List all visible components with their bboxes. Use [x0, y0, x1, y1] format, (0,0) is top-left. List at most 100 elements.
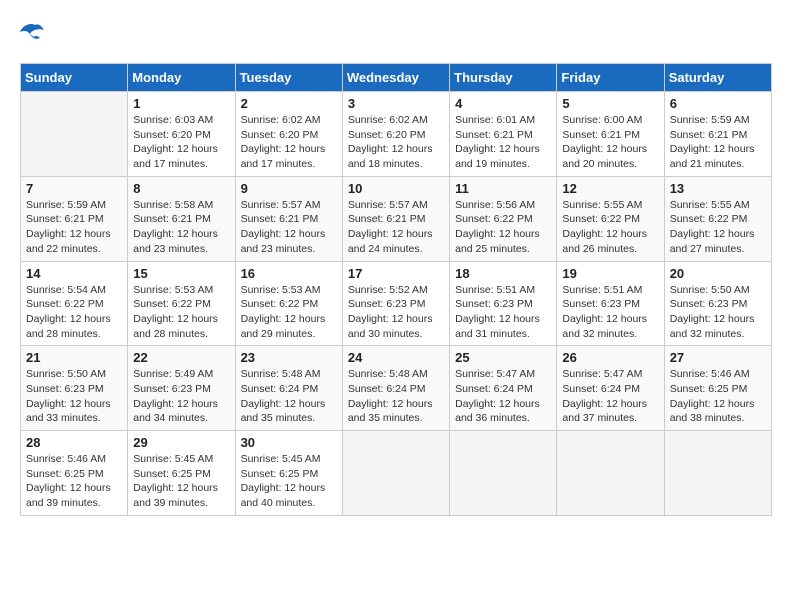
calendar-week-row: 7 Sunrise: 5:59 AM Sunset: 6:21 PM Daylig…	[21, 176, 772, 261]
day-info: Sunrise: 6:02 AM Sunset: 6:20 PM Dayligh…	[348, 113, 444, 172]
day-number: 15	[133, 266, 229, 281]
day-number: 17	[348, 266, 444, 281]
day-info: Sunrise: 5:51 AM Sunset: 6:23 PM Dayligh…	[562, 283, 658, 342]
day-info: Sunrise: 5:49 AM Sunset: 6:23 PM Dayligh…	[133, 367, 229, 426]
calendar-table: SundayMondayTuesdayWednesdayThursdayFrid…	[20, 63, 772, 516]
day-info: Sunrise: 5:53 AM Sunset: 6:22 PM Dayligh…	[133, 283, 229, 342]
calendar-cell: 8 Sunrise: 5:58 AM Sunset: 6:21 PM Daylig…	[128, 176, 235, 261]
calendar-week-row: 14 Sunrise: 5:54 AM Sunset: 6:22 PM Dayli…	[21, 261, 772, 346]
calendar-cell: 11 Sunrise: 5:56 AM Sunset: 6:22 PM Dayli…	[450, 176, 557, 261]
day-info: Sunrise: 6:01 AM Sunset: 6:21 PM Dayligh…	[455, 113, 551, 172]
logo-icon	[20, 20, 50, 48]
day-info: Sunrise: 5:45 AM Sunset: 6:25 PM Dayligh…	[133, 452, 229, 511]
calendar-cell: 23 Sunrise: 5:48 AM Sunset: 6:24 PM Dayli…	[235, 346, 342, 431]
day-info: Sunrise: 5:56 AM Sunset: 6:22 PM Dayligh…	[455, 198, 551, 257]
day-number: 30	[241, 435, 337, 450]
calendar-cell: 22Sunrise: 5:49 AM Sunset: 6:23 PM Dayli…	[128, 346, 235, 431]
calendar-cell: 24Sunrise: 5:48 AM Sunset: 6:24 PM Dayli…	[342, 346, 449, 431]
day-number: 27	[670, 350, 766, 365]
day-number: 12	[562, 181, 658, 196]
calendar-week-row: 28Sunrise: 5:46 AM Sunset: 6:25 PM Dayli…	[21, 431, 772, 516]
day-info: Sunrise: 5:48 AM Sunset: 6:24 PM Dayligh…	[241, 367, 337, 426]
calendar-header-row: SundayMondayTuesdayWednesdayThursdayFrid…	[21, 64, 772, 92]
calendar-week-row: 21 Sunrise: 5:50 AM Sunset: 6:23 PM Dayli…	[21, 346, 772, 431]
calendar-cell: 13 Sunrise: 5:55 AM Sunset: 6:22 PM Dayli…	[664, 176, 771, 261]
calendar-cell: 2 Sunrise: 6:02 AM Sunset: 6:20 PM Daylig…	[235, 92, 342, 177]
day-info: Sunrise: 5:46 AM Sunset: 6:25 PM Dayligh…	[670, 367, 766, 426]
day-info: Sunrise: 5:55 AM Sunset: 6:22 PM Dayligh…	[670, 198, 766, 257]
weekday-header: Sunday	[21, 64, 128, 92]
day-number: 1	[133, 96, 229, 111]
day-info: Sunrise: 5:59 AM Sunset: 6:21 PM Dayligh…	[670, 113, 766, 172]
day-number: 24	[348, 350, 444, 365]
calendar-cell: 14 Sunrise: 5:54 AM Sunset: 6:22 PM Dayli…	[21, 261, 128, 346]
weekday-header: Saturday	[664, 64, 771, 92]
day-info: Sunrise: 5:59 AM Sunset: 6:21 PM Dayligh…	[26, 198, 122, 257]
calendar-cell: 30 Sunrise: 5:45 AM Sunset: 6:25 PM Dayli…	[235, 431, 342, 516]
calendar-cell: 15 Sunrise: 5:53 AM Sunset: 6:22 PM Dayli…	[128, 261, 235, 346]
calendar-week-row: 1 Sunrise: 6:03 AM Sunset: 6:20 PM Daylig…	[21, 92, 772, 177]
calendar-cell: 6 Sunrise: 5:59 AM Sunset: 6:21 PM Daylig…	[664, 92, 771, 177]
day-number: 5	[562, 96, 658, 111]
day-info: Sunrise: 5:57 AM Sunset: 6:21 PM Dayligh…	[241, 198, 337, 257]
calendar-cell: 26Sunrise: 5:47 AM Sunset: 6:24 PM Dayli…	[557, 346, 664, 431]
page-header	[20, 20, 772, 48]
calendar-cell: 9Sunrise: 5:57 AM Sunset: 6:21 PM Daylig…	[235, 176, 342, 261]
day-info: Sunrise: 5:55 AM Sunset: 6:22 PM Dayligh…	[562, 198, 658, 257]
day-number: 10	[348, 181, 444, 196]
day-number: 11	[455, 181, 551, 196]
day-info: Sunrise: 5:50 AM Sunset: 6:23 PM Dayligh…	[26, 367, 122, 426]
calendar-cell	[664, 431, 771, 516]
calendar-cell: 3Sunrise: 6:02 AM Sunset: 6:20 PM Daylig…	[342, 92, 449, 177]
day-number: 8	[133, 181, 229, 196]
weekday-header: Friday	[557, 64, 664, 92]
calendar-cell	[21, 92, 128, 177]
calendar-cell: 21 Sunrise: 5:50 AM Sunset: 6:23 PM Dayli…	[21, 346, 128, 431]
day-number: 25	[455, 350, 551, 365]
calendar-cell: 12 Sunrise: 5:55 AM Sunset: 6:22 PM Dayli…	[557, 176, 664, 261]
day-number: 23	[241, 350, 337, 365]
calendar-cell: 25 Sunrise: 5:47 AM Sunset: 6:24 PM Dayli…	[450, 346, 557, 431]
calendar-cell: 4Sunrise: 6:01 AM Sunset: 6:21 PM Daylig…	[450, 92, 557, 177]
day-info: Sunrise: 5:54 AM Sunset: 6:22 PM Dayligh…	[26, 283, 122, 342]
calendar-cell: 5 Sunrise: 6:00 AM Sunset: 6:21 PM Daylig…	[557, 92, 664, 177]
day-info: Sunrise: 5:45 AM Sunset: 6:25 PM Dayligh…	[241, 452, 337, 511]
day-number: 21	[26, 350, 122, 365]
day-number: 19	[562, 266, 658, 281]
calendar-cell	[450, 431, 557, 516]
day-number: 13	[670, 181, 766, 196]
day-info: Sunrise: 5:52 AM Sunset: 6:23 PM Dayligh…	[348, 283, 444, 342]
calendar-cell: 19 Sunrise: 5:51 AM Sunset: 6:23 PM Dayli…	[557, 261, 664, 346]
calendar-cell: 18Sunrise: 5:51 AM Sunset: 6:23 PM Dayli…	[450, 261, 557, 346]
calendar-cell: 7 Sunrise: 5:59 AM Sunset: 6:21 PM Daylig…	[21, 176, 128, 261]
day-number: 26	[562, 350, 658, 365]
day-number: 6	[670, 96, 766, 111]
logo	[20, 20, 52, 48]
day-info: Sunrise: 6:02 AM Sunset: 6:20 PM Dayligh…	[241, 113, 337, 172]
calendar-cell: 17 Sunrise: 5:52 AM Sunset: 6:23 PM Dayli…	[342, 261, 449, 346]
day-info: Sunrise: 5:46 AM Sunset: 6:25 PM Dayligh…	[26, 452, 122, 511]
day-number: 7	[26, 181, 122, 196]
weekday-header: Tuesday	[235, 64, 342, 92]
calendar-cell	[557, 431, 664, 516]
day-number: 29	[133, 435, 229, 450]
day-info: Sunrise: 6:00 AM Sunset: 6:21 PM Dayligh…	[562, 113, 658, 172]
day-number: 16	[241, 266, 337, 281]
weekday-header: Thursday	[450, 64, 557, 92]
calendar-cell: 10Sunrise: 5:57 AM Sunset: 6:21 PM Dayli…	[342, 176, 449, 261]
calendar-cell: 1 Sunrise: 6:03 AM Sunset: 6:20 PM Daylig…	[128, 92, 235, 177]
day-number: 2	[241, 96, 337, 111]
day-number: 20	[670, 266, 766, 281]
day-info: Sunrise: 5:53 AM Sunset: 6:22 PM Dayligh…	[241, 283, 337, 342]
day-info: Sunrise: 5:50 AM Sunset: 6:23 PM Dayligh…	[670, 283, 766, 342]
day-number: 18	[455, 266, 551, 281]
calendar-cell: 29 Sunrise: 5:45 AM Sunset: 6:25 PM Dayli…	[128, 431, 235, 516]
day-info: Sunrise: 6:03 AM Sunset: 6:20 PM Dayligh…	[133, 113, 229, 172]
calendar-cell: 28Sunrise: 5:46 AM Sunset: 6:25 PM Dayli…	[21, 431, 128, 516]
day-number: 14	[26, 266, 122, 281]
day-info: Sunrise: 5:58 AM Sunset: 6:21 PM Dayligh…	[133, 198, 229, 257]
calendar-cell	[342, 431, 449, 516]
calendar-cell: 20 Sunrise: 5:50 AM Sunset: 6:23 PM Dayli…	[664, 261, 771, 346]
calendar-cell: 27 Sunrise: 5:46 AM Sunset: 6:25 PM Dayli…	[664, 346, 771, 431]
day-info: Sunrise: 5:47 AM Sunset: 6:24 PM Dayligh…	[455, 367, 551, 426]
